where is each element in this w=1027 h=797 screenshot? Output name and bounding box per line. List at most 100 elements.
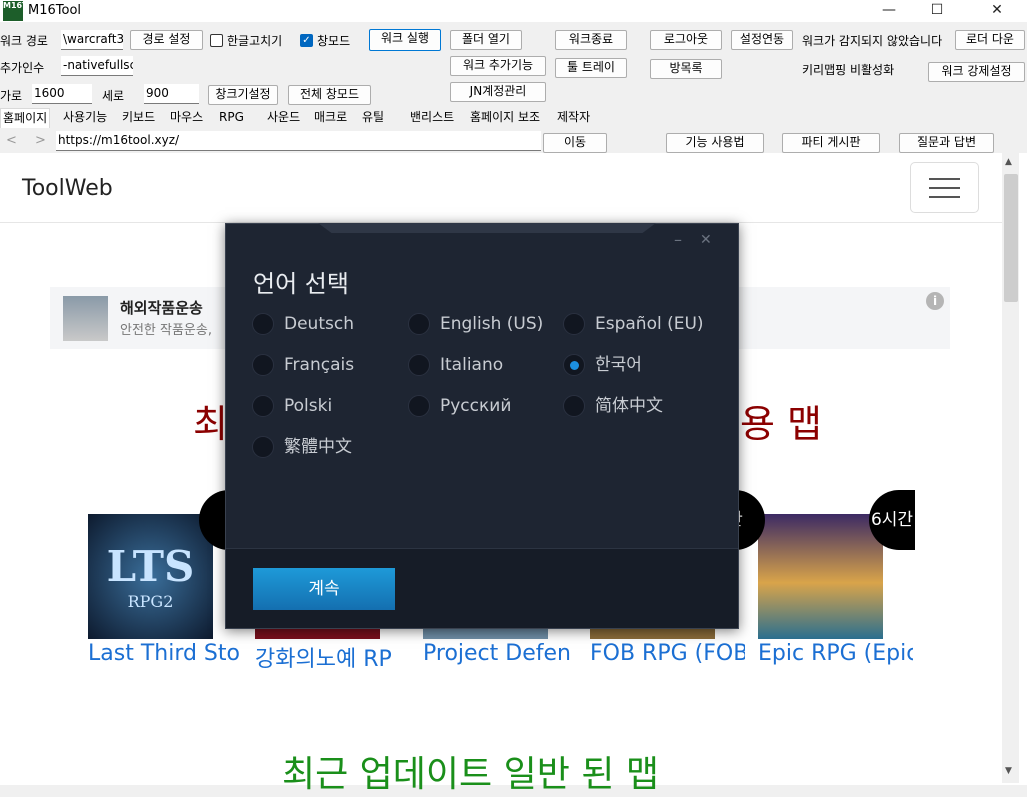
radio-button[interactable]	[252, 354, 274, 376]
tab-banlist[interactable]: 밴리스트	[408, 108, 456, 128]
window-size-button[interactable]: 창크기설정	[208, 85, 278, 105]
ad-image[interactable]	[63, 296, 108, 341]
back-icon[interactable]: <	[6, 133, 17, 148]
tab-rpg[interactable]: RPG	[217, 108, 246, 128]
language-label: Русский	[440, 396, 512, 416]
dialog-title: 언어 선택	[253, 270, 349, 298]
hamburger-line	[929, 196, 960, 198]
scroll-thumb[interactable]	[1004, 174, 1018, 302]
card-title[interactable]: Epic RPG (Epic	[758, 641, 913, 666]
tool-tray-button[interactable]: 툴 트레이	[555, 58, 627, 78]
full-window-button[interactable]: 전체 창모드	[288, 85, 371, 105]
radio-button[interactable]	[408, 354, 430, 376]
tab-homepage[interactable]: 홈페이지	[0, 108, 51, 128]
card-image-lts[interactable]: LTS RPG2	[88, 514, 213, 639]
card-title[interactable]: 강화의노예 RP	[255, 641, 410, 673]
hangul-fix-checkbox[interactable]	[210, 34, 223, 47]
ad-title[interactable]: 해외작품운송	[120, 297, 203, 318]
path-set-button[interactable]: 경로 설정	[130, 30, 203, 50]
radio-button[interactable]	[408, 395, 430, 417]
section-heading-right: 용 맵	[740, 402, 822, 446]
not-detected-status: 워크가 감지되지 않았습니다	[802, 34, 943, 48]
war3-path-input[interactable]: \warcraft3	[61, 30, 123, 50]
card-title[interactable]: FOB RPG (FOB	[590, 641, 745, 666]
quit-war3-button[interactable]: 워크종료	[555, 30, 627, 50]
extra-args-input[interactable]: -nativefullsc	[61, 56, 133, 76]
language-label: Español (EU)	[595, 314, 704, 334]
tab-author[interactable]: 제작자	[555, 108, 592, 128]
language-label: 简体中文	[595, 396, 663, 416]
window-mode-checkbox[interactable]: ✓	[300, 34, 313, 47]
url-input[interactable]: https://m16tool.xyz/	[56, 131, 541, 151]
height-input[interactable]: 900	[144, 84, 199, 104]
maximize-icon[interactable]: ☐	[914, 0, 960, 22]
hangul-fix-label: 한글고치기	[227, 34, 283, 48]
window-title: M16Tool	[28, 3, 82, 18]
radio-button[interactable]	[252, 436, 274, 458]
war3-path-label: 워크 경로	[0, 34, 48, 48]
recent-updates-heading: 최근 업데이트 일반 된 맵	[282, 754, 659, 795]
scroll-up-icon[interactable]: ▲	[1005, 157, 1012, 167]
lts-logo-subtext: RPG2	[127, 592, 174, 611]
scroll-down-icon[interactable]: ▼	[1005, 766, 1012, 776]
close-icon[interactable]: ✕	[974, 0, 1020, 22]
force-settings-button[interactable]: 워크 강제설정	[928, 62, 1025, 82]
ad-subtitle: 안전한 작품운송,	[120, 323, 212, 338]
card-title[interactable]: Last Third Sto	[88, 641, 241, 666]
minimize-icon[interactable]: —	[866, 0, 912, 22]
window-mode-label: 창모드	[317, 34, 351, 48]
radio-button[interactable]	[252, 395, 274, 417]
tab-macro[interactable]: 매크로	[312, 108, 349, 128]
lts-logo-text: LTS	[106, 542, 195, 591]
hamburger-icon	[929, 178, 960, 180]
language-label: Polski	[284, 396, 333, 416]
dialog-close-icon[interactable]: ✕	[700, 232, 712, 248]
party-board-button[interactable]: 파티 게시판	[782, 133, 880, 153]
qa-button[interactable]: 질문과 답변	[899, 133, 994, 153]
info-icon[interactable]: i	[926, 292, 944, 310]
site-brand[interactable]: ToolWeb	[22, 176, 113, 201]
room-list-button[interactable]: 방목록	[650, 59, 722, 79]
radio-button[interactable]	[408, 313, 430, 335]
menu-toggle-button[interactable]	[910, 162, 979, 213]
forward-icon[interactable]: >	[35, 133, 46, 148]
logout-button[interactable]: 로그아웃	[650, 30, 722, 50]
settings-sync-button[interactable]: 설정연동	[731, 30, 793, 50]
language-label: 한국어	[595, 355, 642, 375]
card-image-5[interactable]	[758, 514, 883, 639]
card-title[interactable]: Project Defen	[423, 641, 578, 666]
dialog-header-tab	[318, 223, 656, 233]
jn-account-button[interactable]: JN계정관리	[450, 82, 546, 102]
tab-features[interactable]: 사용기능	[61, 108, 109, 128]
tab-keyboard[interactable]: 키보드	[120, 108, 157, 128]
go-button[interactable]: 이동	[543, 133, 607, 153]
open-folder-button[interactable]: 폴더 열기	[450, 30, 522, 50]
continue-button[interactable]: 계속	[253, 568, 395, 610]
width-label: 가로	[0, 89, 23, 103]
language-label: Deutsch	[284, 314, 354, 334]
language-label: Français	[284, 355, 355, 375]
hamburger-line	[929, 187, 960, 189]
radio-button-selected[interactable]	[563, 354, 585, 376]
radio-button[interactable]	[563, 313, 585, 335]
tab-sound[interactable]: 사운드	[265, 108, 302, 128]
width-input[interactable]: 1600	[32, 84, 92, 104]
run-war3-button[interactable]: 워크 실행	[369, 29, 441, 51]
height-label: 세로	[102, 89, 125, 103]
app-icon: M16T	[3, 1, 28, 21]
tab-homepage-aux[interactable]: 홈페이지 보조	[468, 108, 542, 128]
dialog-minimize-icon[interactable]: –	[674, 230, 682, 249]
loader-down-button[interactable]: 로더 다운	[955, 30, 1025, 50]
language-label: English (US)	[440, 314, 544, 334]
radio-button[interactable]	[563, 395, 585, 417]
language-label: 繁體中文	[284, 437, 352, 457]
language-label: Italiano	[440, 355, 504, 375]
tab-mouse[interactable]: 마우스	[168, 108, 205, 128]
tab-util[interactable]: 유틸	[360, 108, 386, 128]
feature-guide-button[interactable]: 기능 사용법	[666, 133, 764, 153]
section-heading-left: 최	[193, 402, 228, 446]
extra-args-label: 추가인수	[0, 61, 45, 75]
radio-button[interactable]	[252, 313, 274, 335]
cyrillic-mapping-status: 키리맵핑 비활성화	[802, 63, 895, 77]
war3-extra-button[interactable]: 워크 추가기능	[450, 56, 546, 76]
